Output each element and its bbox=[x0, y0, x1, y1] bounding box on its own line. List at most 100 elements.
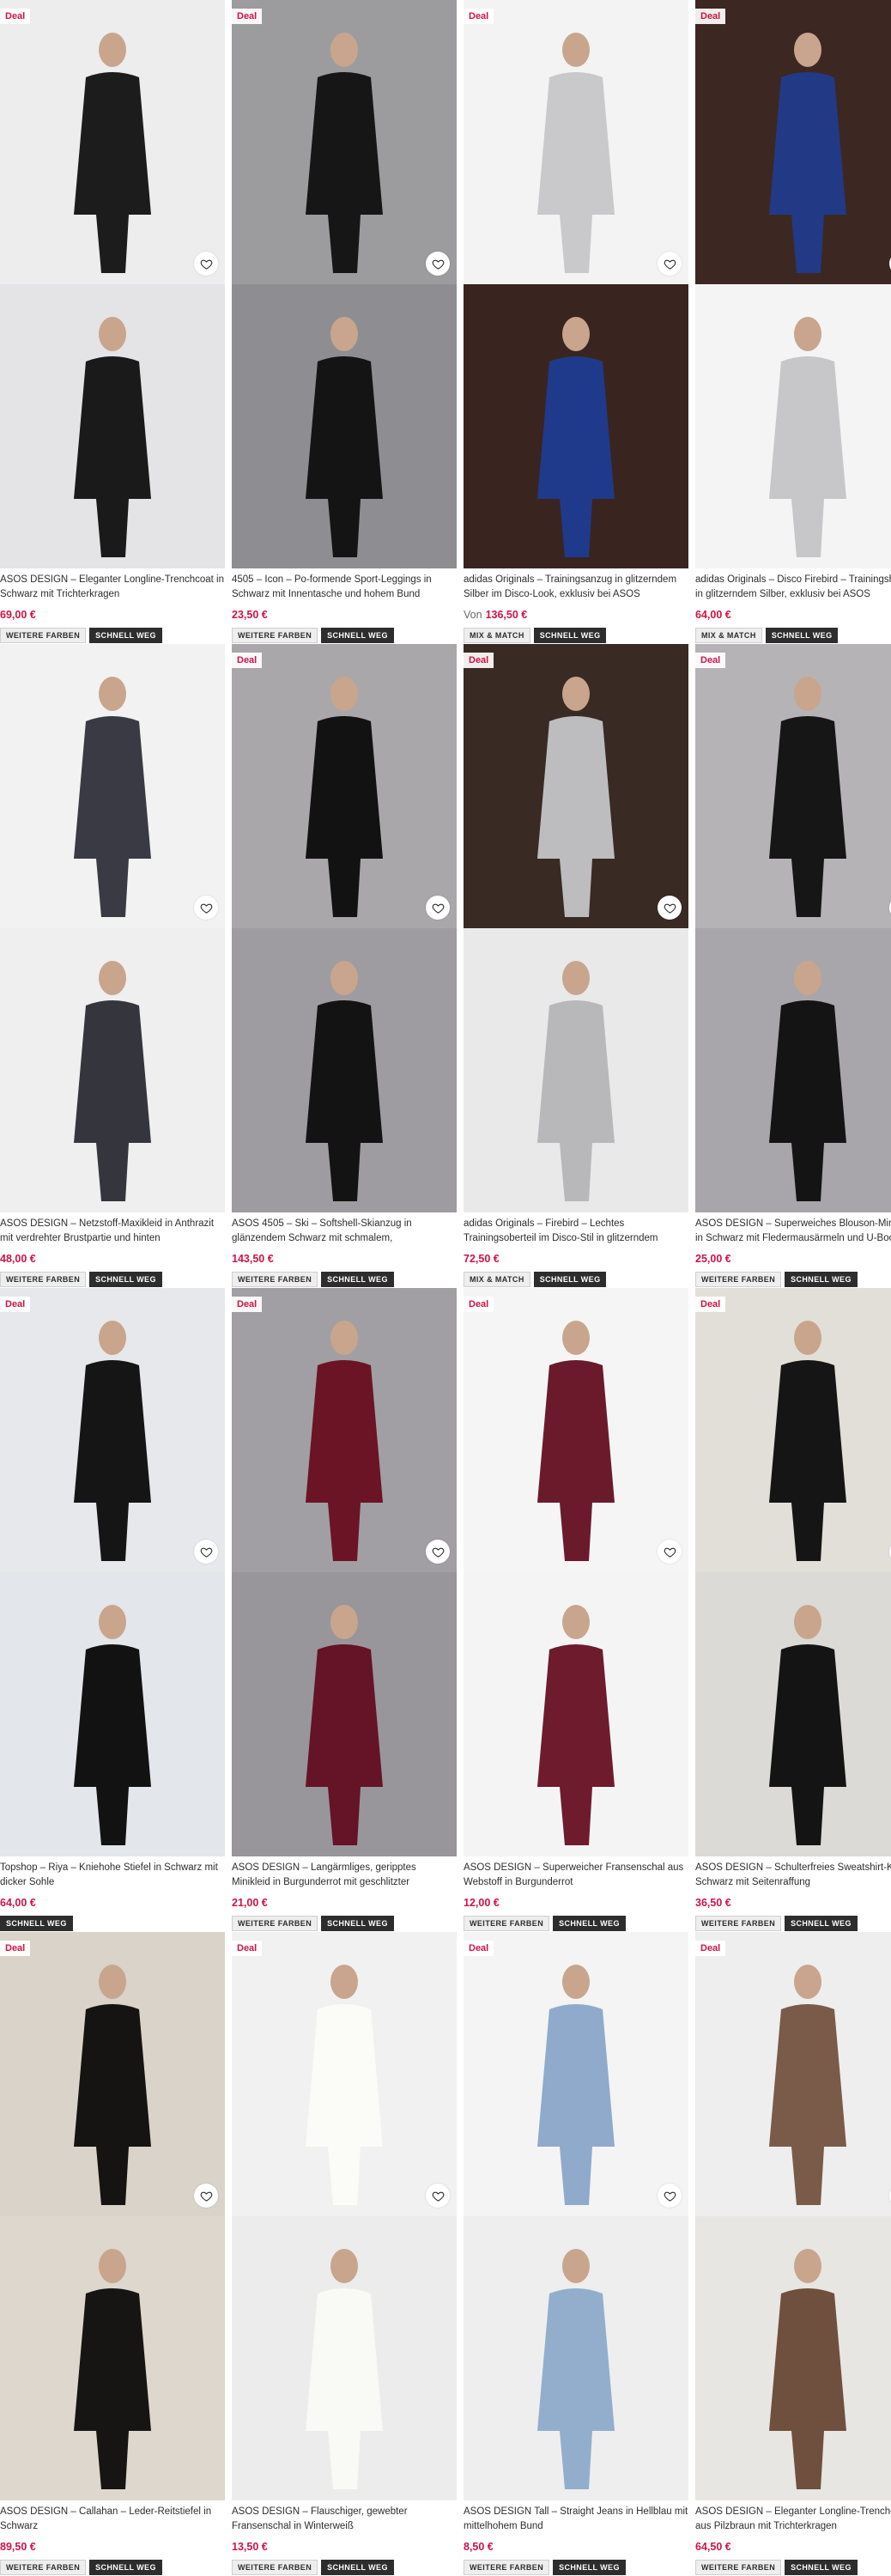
product-image-alt[interactable] bbox=[695, 1572, 891, 1856]
product-image-alt[interactable] bbox=[695, 928, 891, 1212]
mix-match-badge: MIX & MATCH bbox=[464, 628, 530, 643]
product-image-alt[interactable] bbox=[464, 928, 688, 1212]
product-title[interactable]: ASOS DESIGN – Callahan – Leder-Reitstief… bbox=[0, 2505, 225, 2534]
product-image[interactable]: Deal bbox=[695, 1932, 891, 2216]
product-badges: WEITERE FARBEN SCHNELL WEG bbox=[464, 1916, 626, 1931]
save-for-later-button[interactable] bbox=[194, 1540, 218, 1564]
product-card[interactable]: ASOS DESIGN – Netzstoff-Maxikleid in Ant… bbox=[0, 644, 225, 1288]
deal-badge: Deal bbox=[464, 653, 494, 668]
selling-fast-badge: SCHNELL WEG bbox=[785, 1916, 858, 1931]
model-mini-dress-icon bbox=[695, 644, 891, 928]
product-badges: WEITERE FARBEN SCHNELL WEG bbox=[695, 1272, 858, 1287]
product-title[interactable]: ASOS DESIGN – Netzstoff-Maxikleid in Ant… bbox=[0, 1217, 225, 1246]
save-for-later-button[interactable] bbox=[194, 252, 218, 276]
deal-badge: Deal bbox=[464, 1941, 494, 1956]
product-image-alt[interactable] bbox=[232, 2216, 457, 2500]
product-card[interactable]: Deal ASOS DESIGN – Flauschiger, gewebter … bbox=[232, 1932, 457, 2576]
product-card[interactable]: Deal ASOS DESIGN – Superweicher Fransensc… bbox=[464, 1288, 688, 1932]
product-card[interactable]: Deal ASOS DESIGN – Langärmliges, gerippte… bbox=[232, 1288, 457, 1932]
model-maxi-dress-icon bbox=[0, 644, 225, 928]
save-for-later-button[interactable] bbox=[426, 1540, 450, 1564]
product-image-alt[interactable] bbox=[464, 1572, 688, 1856]
product-image-alt[interactable] bbox=[232, 1572, 457, 1856]
product-title[interactable]: ASOS DESIGN – Schulterfreies Sweatshirt-… bbox=[695, 1861, 891, 1890]
product-title[interactable]: adidas Originals – Disco Firebird – Trai… bbox=[695, 573, 891, 602]
product-card[interactable]: Deal ASOS DESIGN – Eleganter Longline-Tre… bbox=[695, 1932, 891, 2576]
product-badges: WEITERE FARBEN SCHNELL WEG bbox=[0, 2560, 162, 2575]
product-image[interactable] bbox=[0, 644, 225, 928]
more-colours-badge: WEITERE FARBEN bbox=[695, 1916, 782, 1931]
save-for-later-button[interactable] bbox=[426, 2184, 450, 2208]
product-image-alt[interactable] bbox=[0, 284, 225, 568]
price-value: 21,00 € bbox=[232, 1897, 268, 1909]
product-title[interactable]: ASOS DESIGN – Langärmliges, geripptes Mi… bbox=[232, 1861, 457, 1890]
product-card[interactable]: Deal ASOS DESIGN – Eleganter Longline-Tre… bbox=[0, 0, 225, 644]
product-image[interactable]: Deal bbox=[695, 644, 891, 928]
product-image-alt[interactable] bbox=[0, 1572, 225, 1856]
save-for-later-button[interactable] bbox=[658, 252, 682, 276]
save-for-later-button[interactable] bbox=[194, 896, 218, 920]
product-card[interactable]: Deal adidas Originals – Trainingsanzug in… bbox=[464, 0, 688, 644]
product-image-alt[interactable] bbox=[464, 2216, 688, 2500]
product-image[interactable]: Deal bbox=[464, 1288, 688, 1572]
model-jacket-portrait-icon bbox=[464, 928, 688, 1212]
product-image[interactable]: Deal bbox=[232, 1288, 457, 1572]
deal-badge: Deal bbox=[232, 1297, 263, 1312]
product-card[interactable]: Deal ASOS DESIGN – Superweiches Blouson-M… bbox=[695, 644, 891, 1288]
product-title[interactable]: ASOS DESIGN – Eleganter Longline-Trenchc… bbox=[695, 2505, 891, 2534]
product-title[interactable]: adidas Originals – Trainingsanzug in gli… bbox=[464, 573, 688, 602]
product-card[interactable]: Deal adidas Originals – Disco Firebird – … bbox=[695, 0, 891, 644]
product-image-alt[interactable] bbox=[232, 284, 457, 568]
product-price: 143,50 € bbox=[232, 1253, 274, 1265]
product-image[interactable]: Deal bbox=[232, 0, 457, 284]
models-party-icon bbox=[695, 0, 891, 284]
product-title[interactable]: ASOS DESIGN Tall – Straight Jeans in Hel… bbox=[464, 2505, 688, 2534]
product-price: 64,50 € bbox=[695, 2541, 731, 2553]
product-title[interactable]: ASOS DESIGN – Flauschiger, gewebter Fran… bbox=[232, 2505, 457, 2534]
boot-icon bbox=[0, 1288, 225, 1572]
product-image[interactable]: Deal bbox=[0, 1932, 225, 2216]
product-image[interactable]: Deal bbox=[695, 0, 891, 284]
product-image-alt[interactable] bbox=[695, 284, 891, 568]
save-for-later-button[interactable] bbox=[194, 2184, 218, 2208]
product-image[interactable]: Deal bbox=[464, 0, 688, 284]
product-image-alt[interactable] bbox=[695, 2216, 891, 2500]
product-image-alt[interactable] bbox=[0, 928, 225, 1212]
product-badges: WEITERE FARBEN SCHNELL WEG bbox=[232, 2560, 394, 2575]
product-card[interactable]: Deal ASOS DESIGN Tall – Straight Jeans in… bbox=[464, 1932, 688, 2576]
selling-fast-badge: SCHNELL WEG bbox=[785, 2560, 858, 2575]
model-brown-coat-portrait-icon bbox=[695, 2216, 891, 2500]
save-for-later-button[interactable] bbox=[658, 2184, 682, 2208]
product-card[interactable]: Deal ASOS 4505 – Ski – Softshell-Skianzug… bbox=[232, 644, 457, 1288]
product-image[interactable]: Deal bbox=[232, 644, 457, 928]
save-for-later-button[interactable] bbox=[426, 896, 450, 920]
more-colours-badge: WEITERE FARBEN bbox=[232, 1916, 318, 1931]
deal-badge: Deal bbox=[695, 1297, 726, 1312]
product-image[interactable]: Deal bbox=[232, 1932, 457, 2216]
product-image[interactable]: Deal bbox=[0, 0, 225, 284]
product-title[interactable]: ASOS DESIGN – Superweiches Blouson-Minik… bbox=[695, 1217, 891, 1246]
product-card[interactable]: Deal ASOS DESIGN – Callahan – Leder-Reits… bbox=[0, 1932, 225, 2576]
product-title[interactable]: 4505 – Icon – Po-formende Sport-Leggings… bbox=[232, 573, 457, 602]
product-image[interactable]: Deal bbox=[695, 1288, 891, 1572]
product-title[interactable]: ASOS 4505 – Ski – Softshell-Skianzug in … bbox=[232, 1217, 457, 1246]
product-image-alt[interactable] bbox=[464, 284, 688, 568]
product-title[interactable]: ASOS DESIGN – Superweicher Fransenschal … bbox=[464, 1861, 688, 1890]
product-title[interactable]: adidas Originals – Firebird – Lechtes Tr… bbox=[464, 1217, 688, 1246]
product-title[interactable]: ASOS DESIGN – Eleganter Longline-Trenchc… bbox=[0, 573, 225, 602]
product-image[interactable]: Deal bbox=[0, 1288, 225, 1572]
product-image-alt[interactable] bbox=[232, 928, 457, 1212]
product-badges: WEITERE FARBEN SCHNELL WEG bbox=[232, 628, 394, 643]
product-image[interactable]: Deal bbox=[464, 1932, 688, 2216]
product-card[interactable]: Deal 4505 – Icon – Po-formende Sport-Legg… bbox=[232, 0, 457, 644]
save-for-later-button[interactable] bbox=[658, 896, 682, 920]
product-image-alt[interactable] bbox=[0, 2216, 225, 2500]
product-card[interactable]: Deal adidas Originals – Firebird – Lechte… bbox=[464, 644, 688, 1288]
save-for-later-button[interactable] bbox=[426, 252, 450, 276]
product-card[interactable]: Deal Topshop – Riya – Kniehohe Stiefel in… bbox=[0, 1288, 225, 1932]
product-card[interactable]: Deal ASOS DESIGN – Schulterfreies Sweatsh… bbox=[695, 1288, 891, 1932]
save-for-later-button[interactable] bbox=[658, 1540, 682, 1564]
price-value: 13,50 € bbox=[232, 2541, 268, 2553]
product-title[interactable]: Topshop – Riya – Kniehohe Stiefel in Sch… bbox=[0, 1861, 225, 1890]
product-image[interactable]: Deal bbox=[464, 644, 688, 928]
